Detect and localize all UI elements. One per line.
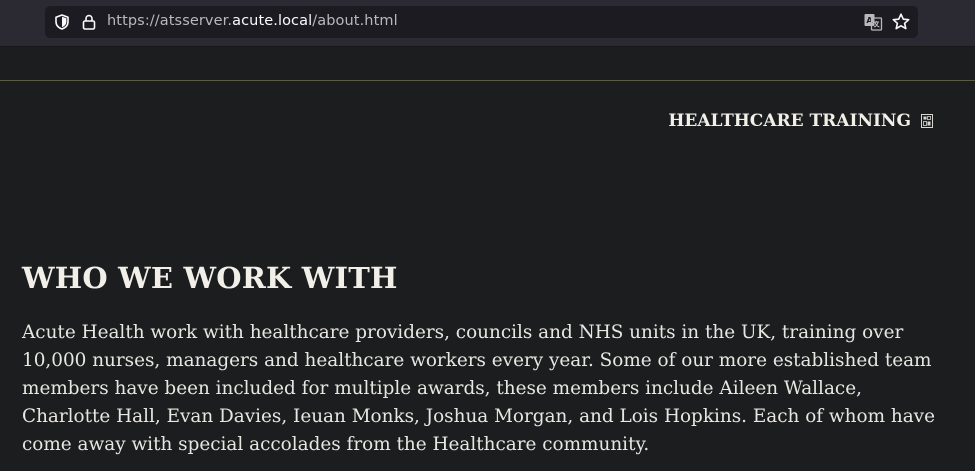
browser-toolbar: https://atsserver.acute.local/about.html… xyxy=(0,0,975,47)
url-host: acute.local xyxy=(232,13,313,29)
url-path: /about.html xyxy=(312,13,398,29)
brand-label: HEALTHCARE TRAINING xyxy=(668,111,911,131)
translate-icon[interactable]: A xyxy=(863,12,883,32)
url-text[interactable]: https://atsserver.acute.local/about.html xyxy=(107,13,398,29)
shield-icon[interactable] xyxy=(53,13,71,31)
page-content: HEALTHCARE TRAINING WHO WE WORK WITH Acu… xyxy=(0,47,975,471)
url-prefix: https://atsserver. xyxy=(107,13,233,29)
broken-image-icon xyxy=(921,114,933,128)
intro-paragraph: Acute Health work with healthcare provid… xyxy=(22,322,935,455)
page-heading: WHO WE WORK WITH xyxy=(22,261,398,295)
address-bar[interactable]: https://atsserver.acute.local/about.html… xyxy=(45,6,918,38)
lock-icon[interactable] xyxy=(80,13,98,31)
svg-text:A: A xyxy=(866,16,873,25)
header-divider xyxy=(0,80,975,81)
site-brand-link[interactable]: HEALTHCARE TRAINING xyxy=(668,111,933,131)
bookmark-star-icon[interactable] xyxy=(891,12,911,32)
